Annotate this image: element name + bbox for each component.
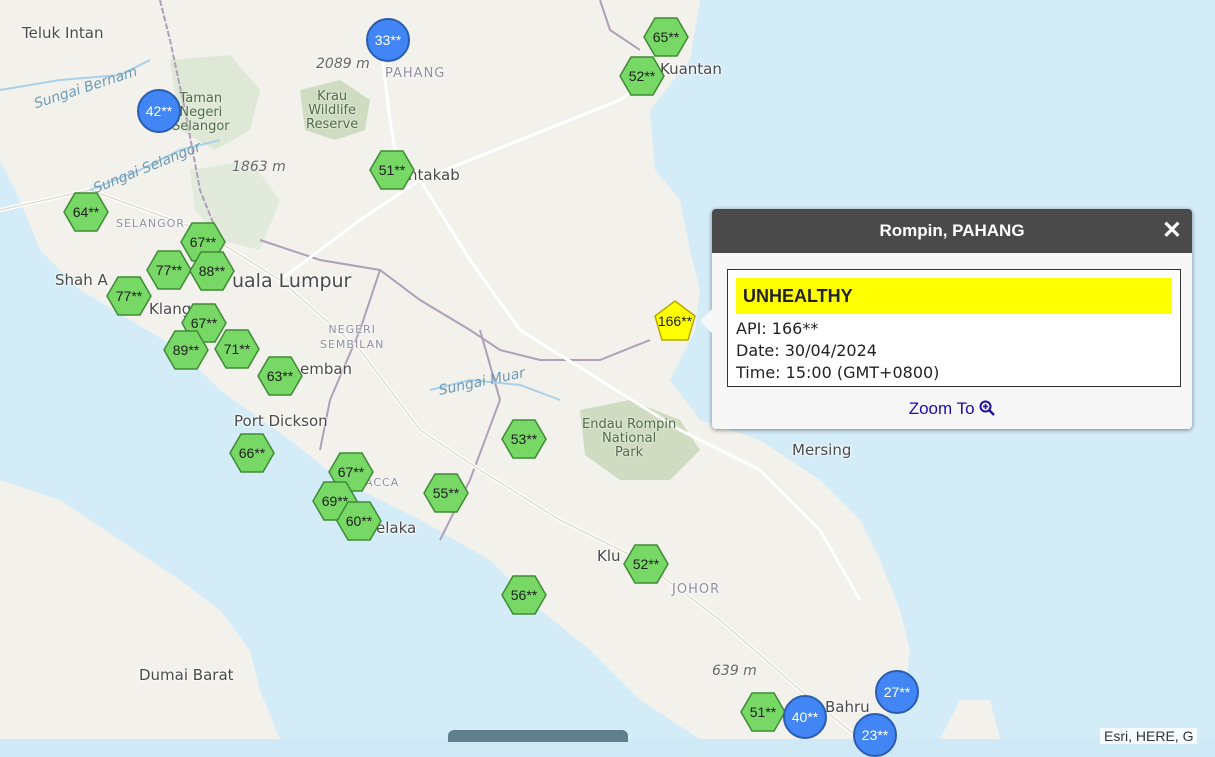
station-popup: Rompin, PAHANG ✕ UNHEALTHY API: 166** Da… — [700, 209, 1192, 429]
map-label-selangor: SELANGOR — [116, 217, 185, 230]
aqi-marker-label: 67** — [189, 234, 217, 250]
aqi-marker-label: 66** — [238, 445, 266, 461]
map-label-melaka: elaka — [376, 519, 417, 537]
zoom-in-icon[interactable] — [979, 400, 996, 416]
aqi-marker[interactable]: 52** — [619, 53, 665, 99]
aqi-cluster-circle[interactable]: 33** — [366, 18, 410, 62]
aqi-marker[interactable]: 88** — [189, 248, 235, 294]
map-label-endau-3: Park — [615, 445, 644, 460]
aqi-marker[interactable]: 77** — [106, 273, 152, 319]
aqi-marker[interactable]: 51** — [740, 689, 786, 735]
map-label-elev-1863: 1863 m — [232, 159, 286, 175]
date-value: Date: 30/04/2024 — [736, 341, 877, 360]
aqi-marker-label: 51** — [749, 704, 777, 720]
aqi-cluster-circle[interactable]: 40** — [783, 695, 827, 739]
popup-title: Rompin, PAHANG — [879, 221, 1025, 240]
aqi-marker-label: 77** — [115, 288, 143, 304]
aqi-cluster-label: 42** — [145, 103, 173, 119]
aqi-marker-label: 60** — [345, 513, 373, 529]
aqi-marker[interactable]: 52** — [623, 541, 669, 587]
map-label-shah-alam: Shah A — [55, 271, 108, 289]
aqi-cluster-label: 33** — [374, 32, 402, 48]
aqi-cluster-circle[interactable]: 27** — [875, 670, 919, 714]
map-label-elev-2089: 2089 m — [316, 56, 370, 72]
map-label-port-dickson: Port Dickson — [234, 412, 328, 430]
map-attribution: Esri, HERE, G — [1100, 728, 1198, 744]
aqi-marker-label: 56** — [510, 587, 538, 603]
aqi-marker[interactable]: 71** — [214, 326, 260, 372]
aqi-marker[interactable]: 63** — [257, 353, 303, 399]
map-label-ns-2: SEMBILAN — [320, 338, 385, 351]
map-label-krau-2: Wildlife — [308, 103, 357, 118]
map-label-kuala-lumpur: uala Lumpur — [232, 270, 352, 292]
aqi-marker[interactable]: 77** — [146, 247, 192, 293]
map-label-selangor-park: Selangor — [172, 119, 230, 134]
time-value: Time: 15:00 (GMT+0800) — [736, 363, 940, 382]
map-label-dumai: Dumai Barat — [139, 666, 234, 684]
aqi-marker[interactable]: 53** — [501, 416, 547, 462]
aqi-marker-label: 52** — [628, 68, 656, 84]
map-label-elev-639: 639 m — [712, 663, 757, 679]
map-label-ns-1: NEGERI — [328, 323, 376, 336]
aqi-cluster-label: 27** — [883, 684, 911, 700]
aqi-marker-label: 67** — [190, 315, 218, 331]
bottom-panel-tab[interactable] — [448, 730, 628, 742]
aqi-marker-label: 69** — [321, 493, 349, 509]
aqi-marker[interactable]: 166** — [652, 298, 698, 344]
popup-header: Rompin, PAHANG ✕ — [712, 209, 1192, 253]
aqi-marker-label: 67** — [337, 464, 365, 480]
aqi-cluster-label: 40** — [791, 709, 819, 725]
map-label-endau-rompin: Endau Rompin National Park — [582, 418, 676, 460]
aqi-cluster-circle[interactable]: 42** — [137, 89, 181, 133]
aqi-marker[interactable]: 66** — [229, 430, 275, 476]
map-label-kluang: Klu — [597, 547, 621, 565]
map-label-pahang: PAHANG — [385, 66, 446, 81]
map-label-mersing: Mersing — [792, 441, 852, 459]
map-label-krau-3: Reserve — [306, 117, 359, 132]
aqi-marker-label: 71** — [223, 341, 251, 357]
aqi-cluster-circle[interactable]: 23** — [853, 713, 897, 757]
aqi-marker-label: 63** — [266, 368, 294, 384]
map-label-negeri-sembilan: NEGERI SEMBILAN — [320, 322, 384, 352]
aqi-marker[interactable]: 56** — [501, 572, 547, 618]
aqi-marker-label: 52** — [632, 556, 660, 572]
popup-pointer — [700, 309, 712, 333]
close-icon[interactable]: ✕ — [1162, 217, 1182, 245]
aqi-marker[interactable]: 55** — [423, 470, 469, 516]
status-badge: UNHEALTHY — [736, 278, 1172, 314]
aqi-marker-label: 53** — [510, 431, 538, 447]
map-label-krau: Krau Wildlife Reserve — [306, 90, 358, 132]
map-label-johor-bahru: Bahru — [825, 698, 870, 716]
map-label-krau-1: Krau — [317, 89, 348, 104]
aqi-marker[interactable]: 89** — [163, 327, 209, 373]
aqi-cluster-label: 23** — [861, 727, 889, 743]
zoom-to-label[interactable]: Zoom To — [909, 399, 975, 418]
aqi-marker-label: 55** — [432, 485, 460, 501]
aqi-marker-label: 77** — [155, 262, 183, 278]
map-label-taman: Taman — [179, 91, 223, 106]
aqi-marker-label: 65** — [652, 29, 680, 45]
aqi-marker-label: 51** — [378, 162, 406, 178]
map-label-temerloh: ntakab — [408, 166, 460, 184]
aqi-marker-label: 88** — [198, 263, 226, 279]
map-label-kuantan: Kuantan — [660, 60, 722, 78]
zoom-to-link[interactable]: Zoom To — [712, 399, 1192, 419]
map-label-johor: JOHOR — [672, 582, 721, 597]
aqi-marker-label: 166** — [657, 313, 693, 329]
aqi-marker[interactable]: 64** — [63, 189, 109, 235]
map-label-teluk-intan: Teluk Intan — [22, 24, 104, 42]
map-label-seremban: emban — [300, 360, 353, 378]
aqi-marker-label: 89** — [172, 342, 200, 358]
map-label-endau-2: National — [602, 431, 657, 446]
aqi-marker[interactable]: 51** — [369, 147, 415, 193]
api-value: API: 166** — [736, 319, 819, 338]
map-label-endau-1: Endau Rompin — [582, 417, 677, 432]
aqi-marker-label: 64** — [72, 204, 100, 220]
popup-content-box: UNHEALTHY API: 166** Date: 30/04/2024 Ti… — [727, 269, 1181, 387]
